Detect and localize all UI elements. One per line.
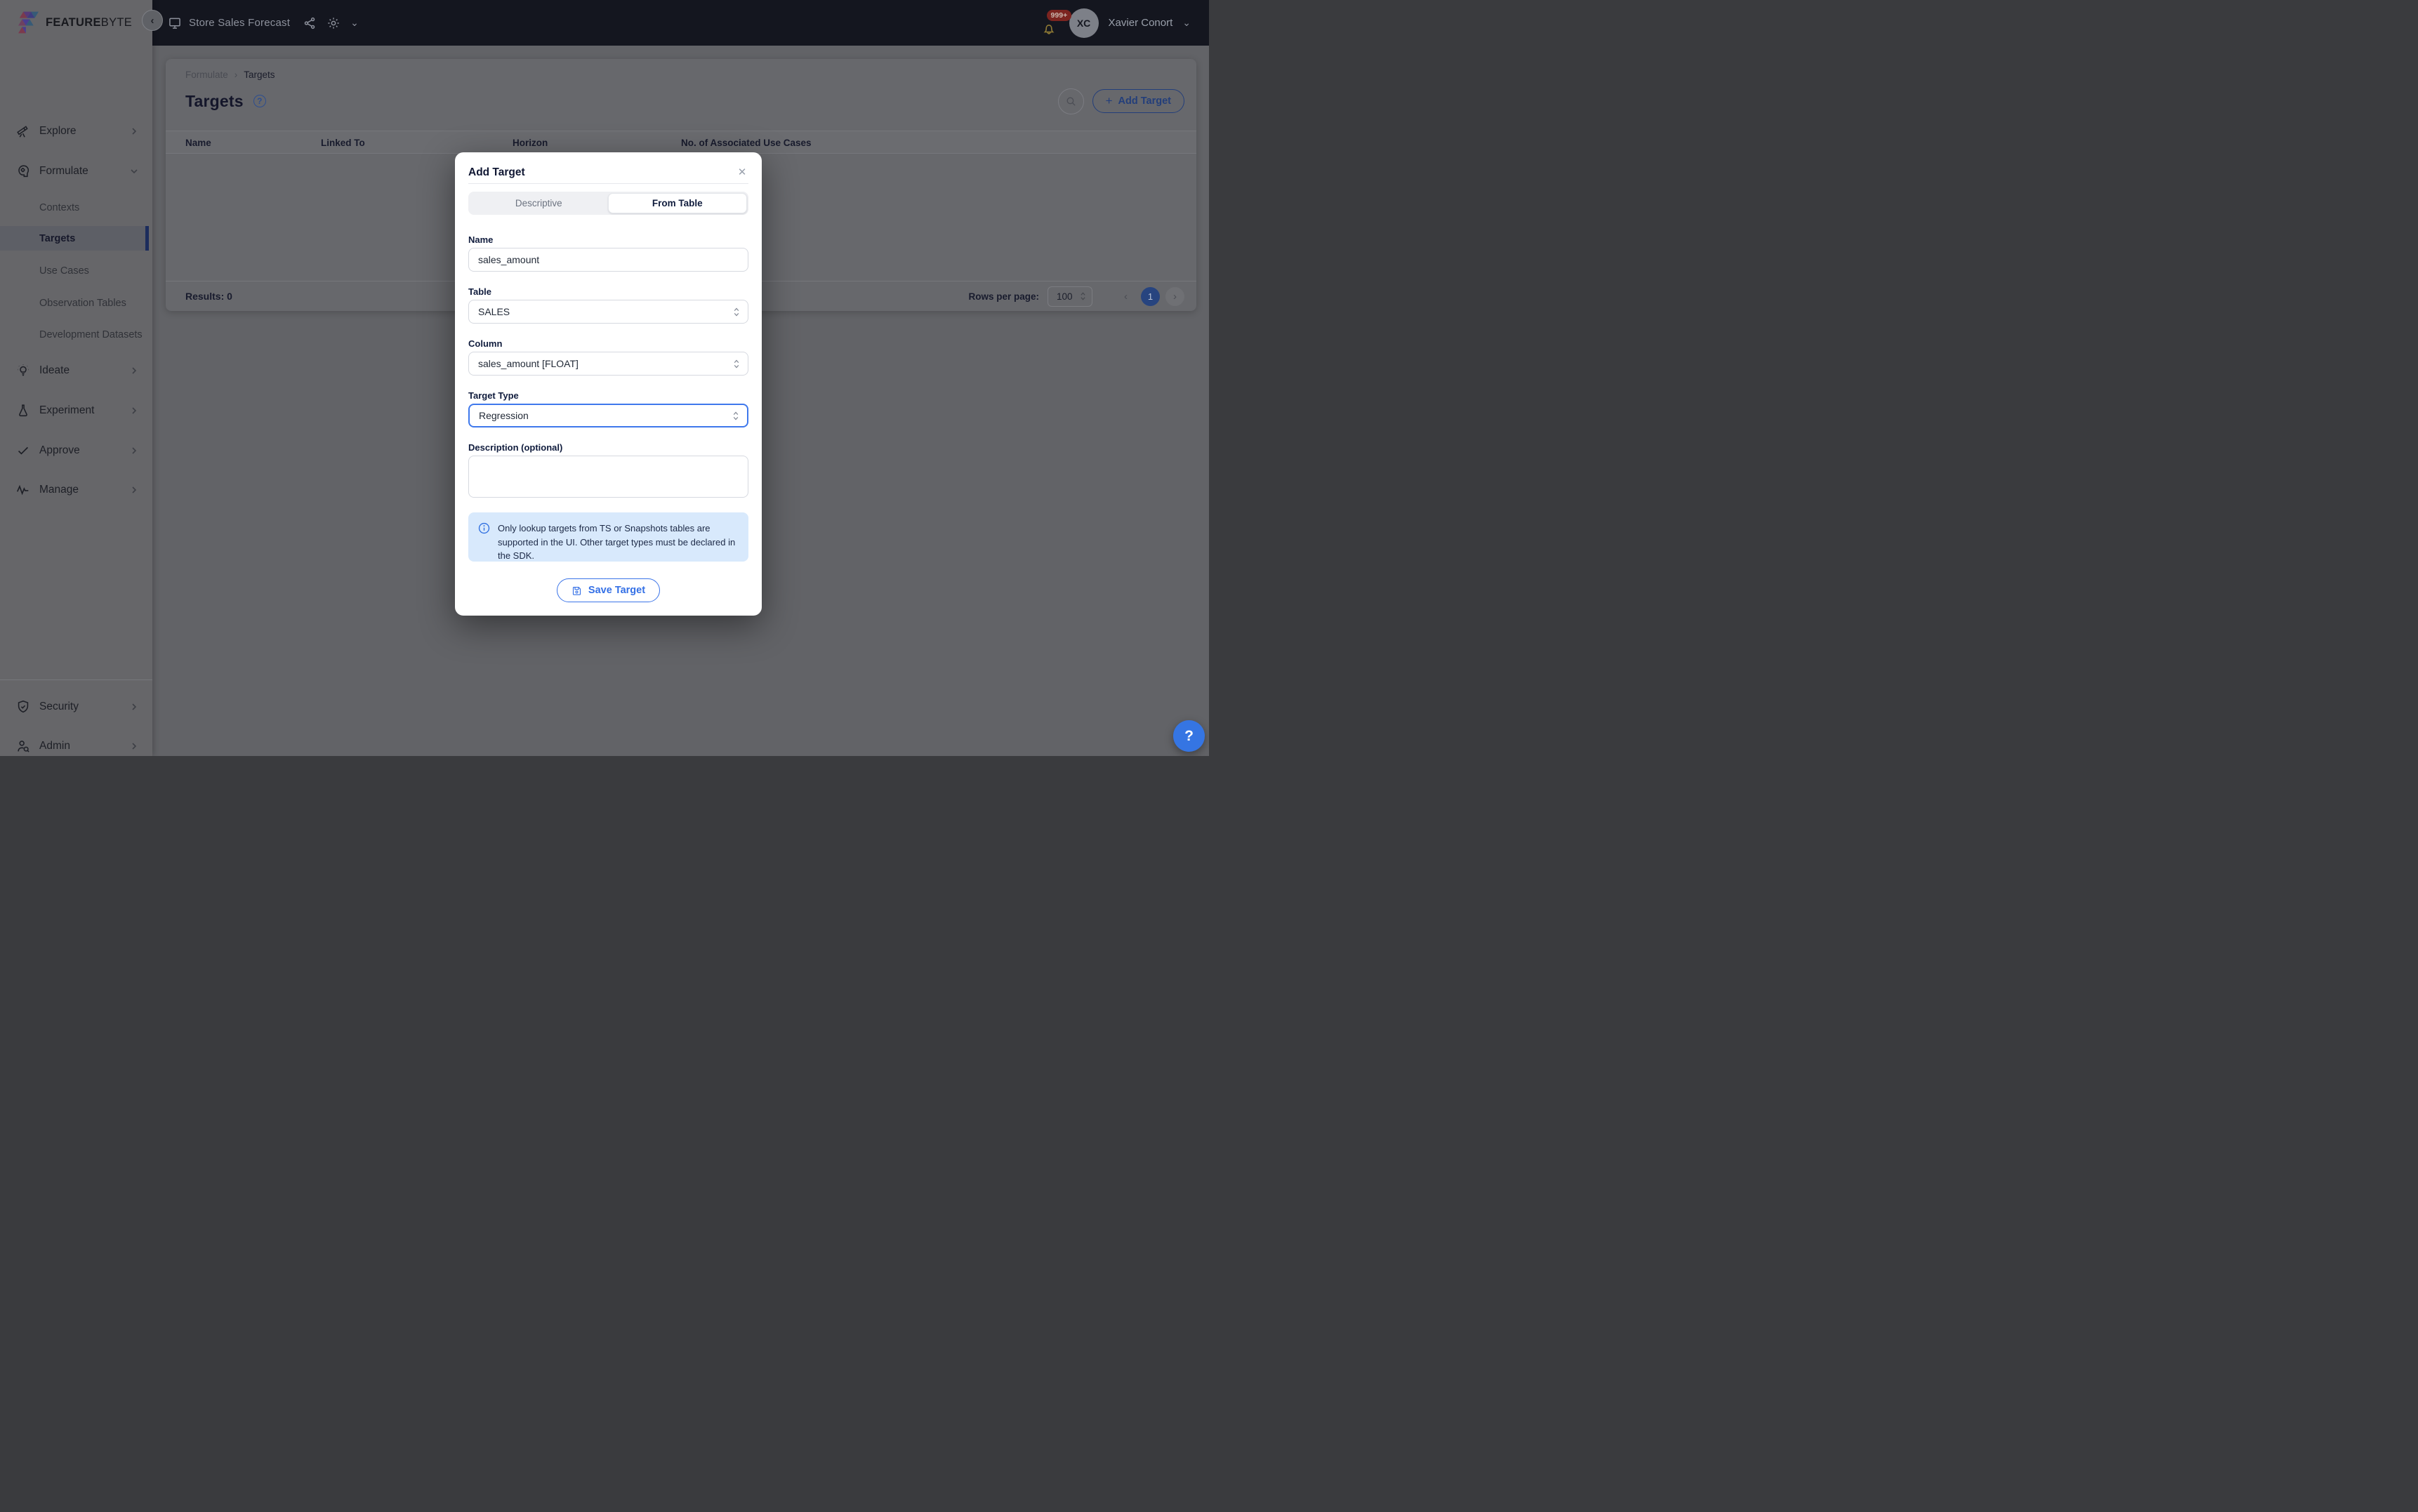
rows-per-page-select[interactable]: 100 bbox=[1048, 286, 1092, 307]
collapse-chevron-icon: ‹ bbox=[151, 15, 154, 27]
sidebar-item-formulate[interactable]: Formulate bbox=[0, 159, 152, 184]
breadcrumb-targets: Targets bbox=[244, 69, 275, 80]
column-header-use-cases: No. of Associated Use Cases bbox=[681, 131, 812, 154]
target-type-select[interactable]: Regression bbox=[468, 404, 748, 427]
flask-icon bbox=[15, 403, 31, 418]
table-header-row: Name Linked To Horizon No. of Associated… bbox=[166, 131, 1196, 154]
chevron-right-icon bbox=[130, 406, 138, 415]
chevron-right-icon bbox=[130, 366, 138, 375]
breadcrumb-separator: › bbox=[234, 69, 238, 80]
sidebar-item-targets[interactable]: Targets bbox=[0, 226, 149, 251]
select-chevrons-icon bbox=[733, 307, 740, 317]
search-button[interactable] bbox=[1058, 88, 1084, 114]
bell-icon bbox=[1041, 21, 1057, 37]
checkmark-icon bbox=[15, 443, 31, 458]
sidebar-item-manage[interactable]: Manage bbox=[0, 477, 152, 503]
sidebar-item-observation-tables[interactable]: Observation Tables bbox=[0, 291, 149, 315]
settings-gear-icon[interactable] bbox=[326, 16, 341, 30]
add-target-button[interactable]: + Add Target bbox=[1092, 89, 1184, 113]
close-icon[interactable]: ✕ bbox=[734, 164, 750, 180]
app-window: Store Sales Forecast ⌄ 999+ XC Xavier Co… bbox=[0, 0, 1209, 756]
notifications-button[interactable]: 999+ bbox=[1041, 15, 1059, 37]
description-textarea[interactable] bbox=[468, 456, 748, 498]
select-chevrons-icon bbox=[732, 411, 739, 421]
sidebar-item-approve[interactable]: Approve bbox=[0, 438, 152, 463]
share-icon[interactable] bbox=[303, 16, 317, 30]
user-menu-chevron-icon[interactable]: ⌄ bbox=[1182, 17, 1191, 29]
telescope-icon bbox=[15, 124, 31, 139]
add-target-modal: Add Target ✕ Descriptive From Table Name… bbox=[455, 152, 762, 616]
chevron-right-icon bbox=[130, 742, 138, 750]
target-type-tabs: Descriptive From Table bbox=[468, 192, 748, 215]
chevron-right-icon bbox=[130, 703, 138, 711]
results-count: Results: 0 bbox=[185, 291, 232, 302]
description-label: Description (optional) bbox=[468, 442, 562, 453]
project-switcher[interactable]: Store Sales Forecast bbox=[168, 16, 290, 30]
plus-icon: + bbox=[1106, 94, 1113, 108]
activity-pulse-icon bbox=[15, 482, 31, 498]
save-target-button[interactable]: Save Target bbox=[557, 578, 660, 602]
sidebar-item-development-datasets[interactable]: Development Datasets bbox=[0, 322, 149, 347]
sidebar-item-use-cases[interactable]: Use Cases bbox=[0, 258, 149, 283]
topbar: Store Sales Forecast ⌄ 999+ XC Xavier Co… bbox=[152, 0, 1209, 46]
chevron-down-icon bbox=[130, 167, 138, 175]
sidebar-item-explore[interactable]: Explore bbox=[0, 119, 152, 144]
lightbulb-icon bbox=[15, 363, 31, 378]
sidebar: FEATUREBYTE ‹ Explore Formulate Contexts… bbox=[0, 0, 152, 756]
info-text: Only lookup targets from TS or Snapshots… bbox=[498, 522, 739, 552]
prev-page-button[interactable]: ‹ bbox=[1116, 287, 1135, 306]
table-select[interactable]: SALES bbox=[468, 300, 748, 324]
head-gear-icon bbox=[15, 164, 31, 179]
chevron-right-icon bbox=[130, 486, 138, 494]
column-select[interactable]: sales_amount [FLOAT] bbox=[468, 352, 748, 376]
shield-check-icon bbox=[15, 699, 31, 715]
featurebyte-logo-text: FEATUREBYTE bbox=[46, 16, 132, 29]
sidebar-item-experiment[interactable]: Experiment bbox=[0, 398, 152, 423]
monitor-icon bbox=[168, 16, 182, 30]
search-icon bbox=[1065, 95, 1077, 107]
current-page-badge[interactable]: 1 bbox=[1141, 287, 1160, 306]
featurebyte-logo: FEATUREBYTE bbox=[17, 9, 132, 36]
modal-title: Add Target bbox=[468, 166, 525, 179]
sidebar-item-ideate[interactable]: Ideate bbox=[0, 358, 152, 383]
page-title: Targets bbox=[185, 92, 244, 111]
column-header-name: Name bbox=[185, 131, 211, 154]
tab-from-table[interactable]: From Table bbox=[608, 193, 748, 213]
rows-per-page-label: Rows per page: bbox=[968, 291, 1039, 302]
targets-help-icon[interactable]: ? bbox=[253, 95, 266, 107]
help-fab-button[interactable]: ? bbox=[1173, 720, 1205, 752]
name-label: Name bbox=[468, 234, 493, 245]
target-type-label: Target Type bbox=[468, 390, 519, 401]
select-chevrons-icon bbox=[733, 359, 740, 369]
user-search-icon bbox=[15, 738, 31, 754]
name-input[interactable] bbox=[468, 248, 748, 272]
next-page-button[interactable]: › bbox=[1165, 287, 1184, 306]
user-name: Xavier Conort bbox=[1109, 17, 1173, 29]
chevron-right-icon bbox=[130, 127, 138, 135]
column-header-horizon: Horizon bbox=[513, 131, 548, 154]
featurebyte-logo-mark bbox=[17, 9, 40, 36]
info-banner: Only lookup targets from TS or Snapshots… bbox=[468, 512, 748, 562]
project-dropdown-icon[interactable]: ⌄ bbox=[350, 17, 359, 29]
select-chevrons-icon bbox=[1080, 291, 1086, 301]
sidebar-collapse-button[interactable]: ‹ bbox=[142, 10, 163, 31]
modal-divider bbox=[468, 183, 748, 184]
sidebar-item-admin[interactable]: Admin bbox=[0, 734, 152, 756]
column-header-linked-to: Linked To bbox=[321, 131, 365, 154]
column-label: Column bbox=[468, 338, 502, 349]
chevron-right-icon bbox=[130, 446, 138, 455]
tab-descriptive[interactable]: Descriptive bbox=[470, 193, 608, 213]
sidebar-item-contexts[interactable]: Contexts bbox=[0, 195, 149, 220]
project-name: Store Sales Forecast bbox=[189, 17, 290, 29]
save-disk-icon bbox=[572, 585, 582, 596]
notification-badge: 999+ bbox=[1047, 10, 1072, 21]
sidebar-item-security[interactable]: Security bbox=[0, 694, 152, 719]
avatar[interactable]: XC bbox=[1069, 8, 1099, 38]
breadcrumb-formulate[interactable]: Formulate bbox=[185, 69, 228, 80]
table-label: Table bbox=[468, 286, 491, 297]
sidebar-divider bbox=[0, 679, 152, 680]
info-icon bbox=[478, 522, 490, 534]
breadcrumb: Formulate › Targets bbox=[185, 69, 275, 80]
